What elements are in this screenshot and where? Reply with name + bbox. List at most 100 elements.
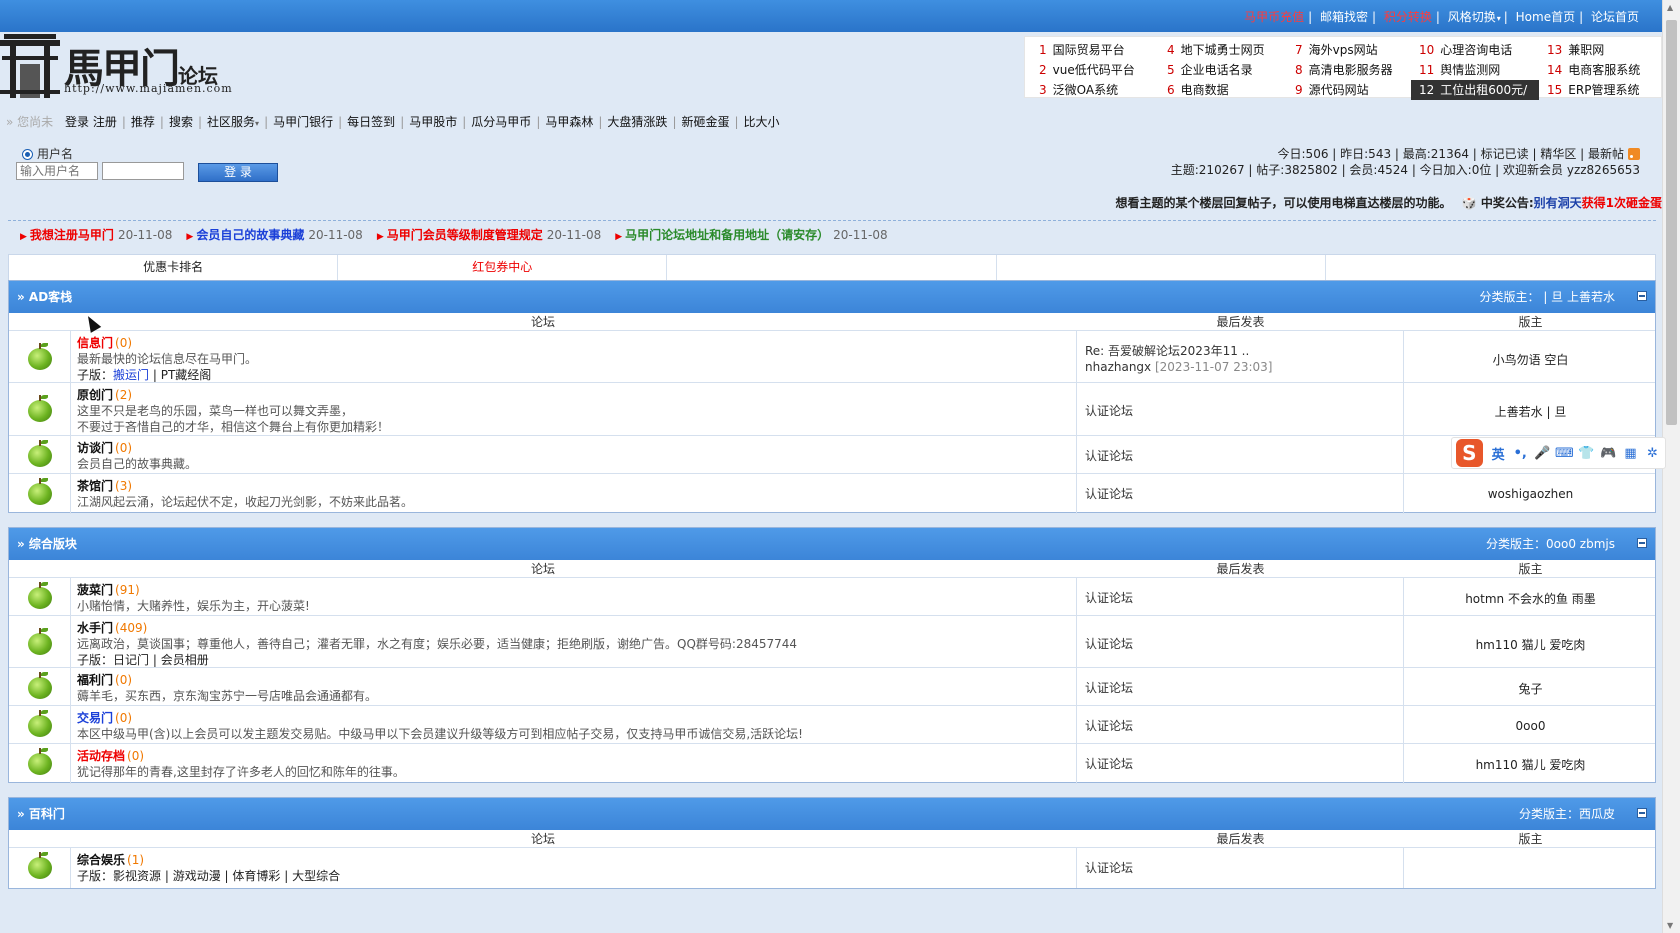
forum-name[interactable]: 水手门 [77, 621, 113, 635]
category-title[interactable]: » 百科门 [17, 807, 65, 821]
last-post-title[interactable]: 认证论坛 [1085, 486, 1395, 502]
forum-name[interactable]: 访谈门 [77, 441, 113, 455]
sogou-logo-icon[interactable]: S [1456, 439, 1483, 467]
collapse-icon[interactable] [1637, 291, 1647, 301]
announcement-title[interactable]: 我想注册马甲门 [30, 228, 114, 242]
nav-item[interactable]: 马甲门银行 [273, 115, 333, 129]
email-recover-link[interactable]: 邮箱找密 [1320, 10, 1368, 24]
forum-name[interactable]: 菠菜门 [77, 583, 113, 597]
ad-link[interactable]: 11 舆情监测网 [1411, 60, 1539, 80]
site-logo[interactable]: 馬甲门 论坛 http://www.majiamen.com [0, 32, 232, 104]
ime-keyboard-icon[interactable]: ⌨ [1555, 446, 1574, 461]
forum-moderators[interactable]: hotmn 不会水的鱼 雨墨 [1404, 578, 1657, 618]
subforum-link[interactable]: 日记门 [113, 653, 149, 667]
announcement-item[interactable]: ▶ 我想注册马甲门 20-11-08 [20, 228, 172, 242]
ad-link[interactable]: 9 源代码网站 [1287, 80, 1411, 100]
nav-item[interactable]: 登录 [65, 115, 89, 129]
category-header[interactable]: » AD客栈 分类版主： | 旦 上善若水 [9, 281, 1655, 313]
nav-item[interactable]: 大盘猜涨跌 [607, 115, 667, 129]
forum-name[interactable]: 综合娱乐 [77, 853, 125, 867]
collapse-icon[interactable] [1637, 808, 1647, 818]
ime-settings-icon[interactable]: ✲ [1643, 446, 1662, 461]
quick-tab[interactable]: 优惠卡排名 [9, 255, 339, 280]
ime-english-icon[interactable]: 英 [1489, 444, 1508, 463]
subforum-link[interactable]: 游戏动漫 [173, 869, 221, 883]
subforum-link[interactable]: 体育博彩 [232, 869, 280, 883]
ad-link[interactable]: 3 泛微OA系统 [1031, 80, 1159, 100]
ad-link[interactable]: 6 电商数据 [1159, 80, 1287, 100]
ad-link[interactable]: 10 心理咨询电话 [1411, 40, 1539, 60]
last-post-title[interactable]: 认证论坛 [1085, 756, 1395, 772]
style-switch-link[interactable]: 风格切换 [1448, 10, 1496, 24]
announcement-title[interactable]: 马甲门论坛地址和备用地址（请安存） [625, 228, 829, 242]
subforum-link[interactable]: 大型综合 [292, 869, 340, 883]
nav-item[interactable]: 马甲股市 [409, 115, 457, 129]
forum-name[interactable]: 原创门 [77, 388, 113, 402]
quick-tab[interactable]: 红包券中心 [338, 255, 668, 280]
ime-microphone-icon[interactable]: 🎤 [1533, 446, 1552, 461]
nav-item[interactable]: 瓜分马甲币 [471, 115, 531, 129]
ad-link[interactable]: 14 电商客服系统 [1539, 60, 1657, 80]
last-post-title[interactable]: 认证论坛 [1085, 636, 1395, 652]
forum-moderators[interactable]: woshigaozhen [1404, 474, 1657, 514]
scroll-down-icon[interactable]: ▼ [1667, 921, 1673, 930]
last-post-title[interactable]: 认证论坛 [1085, 403, 1395, 419]
nav-item[interactable]: 马甲森林 [545, 115, 593, 129]
announcement-title[interactable]: 马甲门会员等级制度管理规定 [387, 228, 543, 242]
scroll-up-icon[interactable]: ▲ [1667, 3, 1673, 12]
username-input[interactable] [16, 162, 98, 180]
last-post-title[interactable]: 认证论坛 [1085, 680, 1395, 696]
forum-name[interactable]: 福利门 [77, 673, 113, 687]
last-post-title[interactable]: Re: 吾爱破解论坛2023年11 .. [1085, 343, 1395, 359]
nav-item[interactable]: 搜索 [169, 115, 193, 129]
last-post-title[interactable]: 认证论坛 [1085, 590, 1395, 606]
ad-link[interactable]: 7 海外vps网站 [1287, 40, 1411, 60]
announcement-item[interactable]: ▶ 马甲门论坛地址和备用地址（请安存） 20-11-08 [615, 228, 887, 242]
ime-punctuation-icon[interactable]: •, [1511, 446, 1530, 461]
radio-icon[interactable] [22, 149, 33, 160]
announcement-item[interactable]: ▶ 马甲门会员等级制度管理规定 20-11-08 [377, 228, 601, 242]
login-button[interactable]: 登 录 [198, 163, 278, 182]
subforum-link[interactable]: 会员相册 [161, 653, 209, 667]
login-type-radio[interactable]: 用户名 [22, 145, 73, 162]
nav-item[interactable]: 比大小 [744, 115, 780, 129]
forum-moderators[interactable]: hm110 猫儿 爱吃肉 [1404, 744, 1657, 784]
ad-link[interactable]: 15 ERP管理系统 [1539, 80, 1657, 100]
nav-item[interactable]: 社区服务 [207, 115, 255, 129]
forum-moderators[interactable]: 小鸟勿语 空白 [1404, 331, 1657, 387]
forum-name[interactable]: 交易门 [77, 711, 113, 725]
forum-moderators[interactable]: 0oo0 [1404, 706, 1657, 746]
nav-item[interactable]: 注册 [93, 115, 117, 129]
password-input[interactable] [102, 162, 184, 180]
forum-moderators[interactable] [1404, 848, 1657, 888]
subforum-link[interactable]: 影视资源 [113, 869, 161, 883]
nav-item[interactable]: 推荐 [131, 115, 155, 129]
ime-game-icon[interactable]: 🎮 [1599, 446, 1618, 461]
ime-toolbox-icon[interactable]: ▦ [1621, 446, 1640, 461]
subforum-link[interactable]: PT藏经阁 [161, 368, 212, 382]
home-link[interactable]: Home首页 [1516, 10, 1575, 24]
forum-moderators[interactable]: 兔子 [1404, 668, 1657, 708]
lottery-winner[interactable]: 别有洞天 [1534, 196, 1582, 210]
last-post-title[interactable]: 认证论坛 [1085, 860, 1395, 876]
points-convert-link[interactable]: 积分转换 [1384, 10, 1432, 24]
announcement-title[interactable]: 会员自己的故事典藏 [196, 228, 304, 242]
ad-link[interactable]: 13 兼职网 [1539, 40, 1657, 60]
forum-name[interactable]: 信息门 [77, 336, 113, 350]
category-title[interactable]: » 综合版块 [17, 537, 77, 551]
category-title[interactable]: » AD客栈 [17, 290, 72, 304]
last-post-title[interactable]: 认证论坛 [1085, 448, 1395, 464]
last-post-title[interactable]: 认证论坛 [1085, 718, 1395, 734]
nav-item[interactable]: 每日签到 [347, 115, 395, 129]
rss-icon[interactable] [1628, 148, 1640, 160]
ad-link[interactable]: 5 企业电话名录 [1159, 60, 1287, 80]
ime-skin-icon[interactable]: 👕 [1577, 446, 1596, 461]
recharge-link[interactable]: 马甲币充值 [1244, 10, 1304, 24]
subforum-link[interactable]: 搬运门 [113, 368, 149, 382]
collapse-icon[interactable] [1637, 538, 1647, 548]
announcement-item[interactable]: ▶ 会员自己的故事典藏 20-11-08 [186, 228, 362, 242]
last-post-user[interactable]: nhazhangx [1085, 360, 1151, 374]
forum-name[interactable]: 活动存档 [77, 749, 125, 763]
forum-moderators[interactable]: hm110 猫儿 爱吃肉 [1404, 616, 1657, 672]
ad-link[interactable]: 1 国际贸易平台 [1031, 40, 1159, 60]
